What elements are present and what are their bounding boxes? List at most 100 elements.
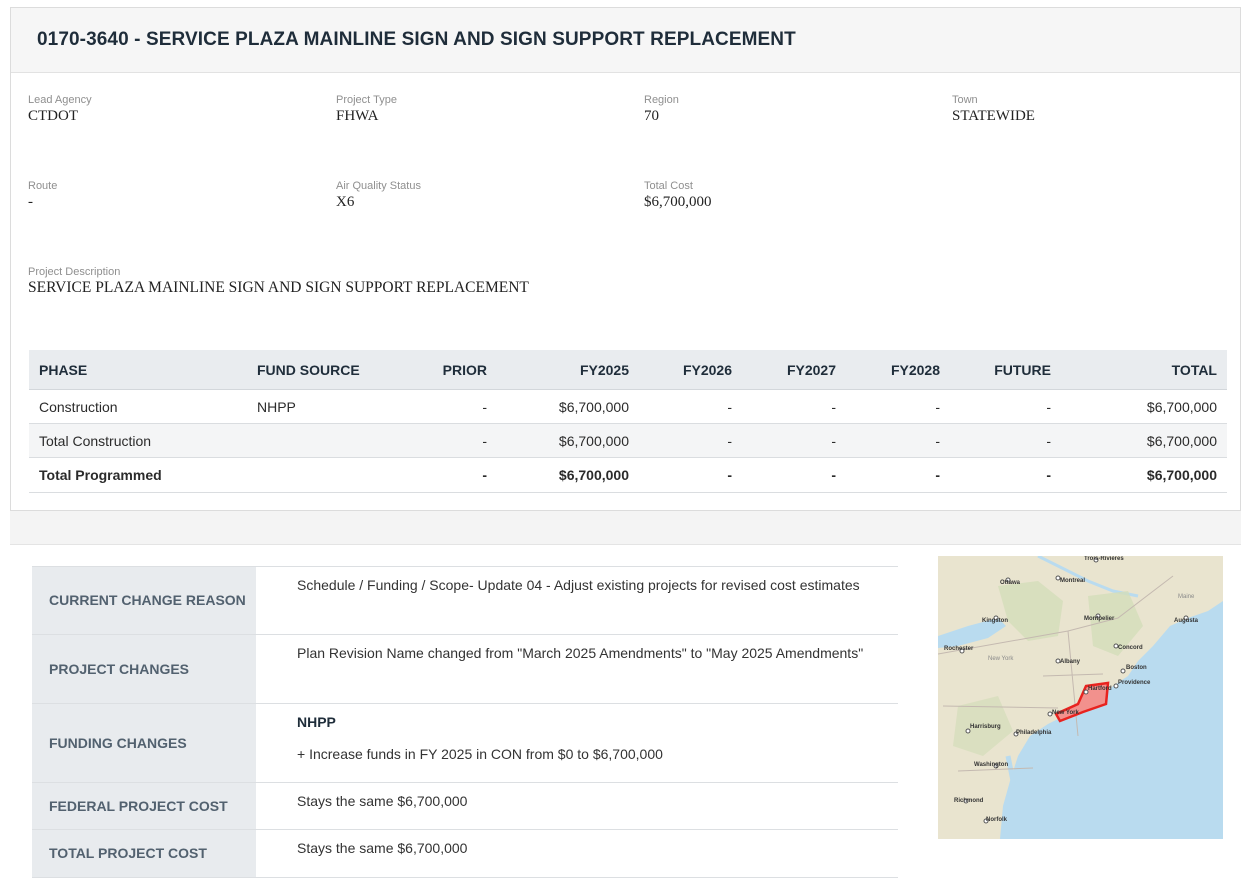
- map-city-dot: [1120, 668, 1126, 674]
- cell-fy2028: -: [846, 457, 950, 493]
- funding-table-header-row: PHASE FUND SOURCE PRIOR FY2025 FY2026 FY…: [29, 350, 1227, 390]
- map-label: Boston: [1126, 665, 1147, 671]
- cell-fy2027: -: [742, 457, 846, 493]
- project-card: 0170-3640 - SERVICE PLAZA MAINLINE SIGN …: [10, 7, 1241, 511]
- cell-phase: Total Programmed: [29, 457, 247, 493]
- funding-changes-label: FUNDING CHANGES: [32, 703, 256, 783]
- change-reason-value: Schedule / Funding / Scope- Update 04 - …: [256, 566, 898, 635]
- cell-fy2027: -: [742, 389, 846, 424]
- change-row-federal-cost: FEDERAL PROJECT COST Stays the same $6,7…: [32, 782, 898, 830]
- map-label: Kingston: [982, 618, 1008, 624]
- town-field: Town STATEWIDE: [952, 94, 1035, 125]
- total-cost-change-label: TOTAL PROJECT COST: [32, 829, 256, 878]
- col-prior: PRIOR: [417, 350, 497, 390]
- cell-fy2025: $6,700,000: [497, 389, 639, 424]
- map-label: Augusta: [1174, 618, 1199, 624]
- funding-changes-value: + Increase funds in FY 2025 in CON from …: [297, 746, 663, 762]
- cell-future: -: [950, 423, 1061, 458]
- cell-future: -: [950, 457, 1061, 493]
- region-field: Region 70: [644, 94, 679, 125]
- total-cost-change-value: Stays the same $6,700,000: [256, 829, 898, 878]
- route-label: Route: [28, 180, 58, 192]
- col-fy2027: FY2027: [742, 350, 846, 390]
- description-field: Project Description SERVICE PLAZA MAINLI…: [28, 266, 529, 297]
- cell-fund-source: NHPP: [247, 389, 417, 424]
- col-future: FUTURE: [950, 350, 1061, 390]
- cell-fy2028: -: [846, 423, 950, 458]
- cell-total: $6,700,000: [1061, 389, 1227, 424]
- cell-fy2025: $6,700,000: [497, 423, 639, 458]
- col-fy2026: FY2026: [639, 350, 742, 390]
- cell-fund-source: [247, 457, 417, 493]
- route-field: Route -: [28, 180, 57, 211]
- cell-phase: Construction: [29, 389, 247, 424]
- project-header: 0170-3640 - SERVICE PLAZA MAINLINE SIGN …: [11, 8, 1240, 73]
- map-label: Trois-Rivières: [1084, 556, 1124, 562]
- lead-agency-value: CTDOT: [28, 108, 78, 124]
- federal-cost-value: Stays the same $6,700,000: [256, 782, 898, 830]
- map-label: Norfolk: [986, 817, 1008, 823]
- total-cost-label: Total Cost: [644, 180, 693, 192]
- table-row: Total Construction - $6,700,000 - - - - …: [29, 423, 1227, 458]
- air-quality-field: Air Quality Status X6: [336, 180, 421, 211]
- map-label: Hartford: [1088, 686, 1112, 692]
- changes-table: CURRENT CHANGE REASON Schedule / Funding…: [32, 566, 898, 878]
- description-label: Project Description: [28, 266, 121, 278]
- table-row: Construction NHPP - $6,700,000 - - - - $…: [29, 389, 1227, 424]
- project-location-map[interactable]: Trois-Rivières Ottawa Montreal Kingston …: [938, 556, 1223, 839]
- map-label: Philadelphia: [1016, 730, 1052, 736]
- cell-prior: -: [417, 423, 497, 458]
- funding-changes-source: NHPP: [297, 714, 336, 730]
- total-cost-value: $6,700,000: [644, 194, 712, 210]
- total-cost-field: Total Cost $6,700,000: [644, 180, 712, 211]
- cell-fy2026: -: [639, 423, 742, 458]
- col-fund-source: FUND SOURCE: [247, 350, 417, 390]
- map-label: Montreal: [1060, 578, 1085, 584]
- map-label: New York: [988, 656, 1014, 662]
- air-quality-label: Air Quality Status: [336, 180, 421, 192]
- map-label: Rochester: [944, 646, 974, 652]
- cell-prior: -: [417, 457, 497, 493]
- col-fy2028: FY2028: [846, 350, 950, 390]
- cell-prior: -: [417, 389, 497, 424]
- col-fy2025: FY2025: [497, 350, 639, 390]
- lead-agency-field: Lead Agency CTDOT: [28, 94, 92, 125]
- section-divider: [10, 511, 1241, 545]
- cell-phase: Total Construction: [29, 423, 247, 458]
- region-label: Region: [644, 94, 679, 106]
- map-label: Washington: [974, 762, 1008, 768]
- project-type-label: Project Type: [336, 94, 397, 106]
- cell-total: $6,700,000: [1061, 457, 1227, 493]
- air-quality-value: X6: [336, 194, 355, 210]
- description-value: SERVICE PLAZA MAINLINE SIGN AND SIGN SUP…: [28, 279, 529, 296]
- project-type-value: FHWA: [336, 108, 379, 124]
- col-total: TOTAL: [1061, 350, 1227, 390]
- route-value: -: [28, 194, 33, 210]
- change-row-reason: CURRENT CHANGE REASON Schedule / Funding…: [32, 566, 898, 635]
- cell-future: -: [950, 389, 1061, 424]
- cell-fy2027: -: [742, 423, 846, 458]
- change-row-funding: FUNDING CHANGES NHPP + Increase funds in…: [32, 703, 898, 783]
- map-label: Montpelier: [1084, 616, 1115, 622]
- map-label: Providence: [1118, 680, 1151, 686]
- project-type-field: Project Type FHWA: [336, 94, 397, 125]
- project-changes-value: Plan Revision Name changed from "March 2…: [256, 634, 898, 704]
- change-row-total-cost: TOTAL PROJECT COST Stays the same $6,700…: [32, 829, 898, 878]
- table-row: Total Programmed - $6,700,000 - - - - $6…: [29, 457, 1227, 493]
- town-label: Town: [952, 94, 978, 106]
- map-label: Richmond: [954, 798, 984, 804]
- funding-table: PHASE FUND SOURCE PRIOR FY2025 FY2026 FY…: [29, 350, 1227, 493]
- cell-fy2026: -: [639, 457, 742, 493]
- map-label: Ottawa: [1000, 580, 1021, 586]
- map-label: Maine: [1178, 594, 1195, 600]
- cell-fy2028: -: [846, 389, 950, 424]
- cell-fy2026: -: [639, 389, 742, 424]
- map-label: New York: [1052, 710, 1079, 716]
- col-phase: PHASE: [29, 350, 247, 390]
- change-row-project: PROJECT CHANGES Plan Revision Name chang…: [32, 634, 898, 704]
- region-value: 70: [644, 108, 659, 124]
- town-value: STATEWIDE: [952, 108, 1035, 124]
- lead-agency-label: Lead Agency: [28, 94, 92, 106]
- cell-fund-source: [247, 423, 417, 458]
- funding-changes-cell: NHPP + Increase funds in FY 2025 in CON …: [256, 703, 898, 783]
